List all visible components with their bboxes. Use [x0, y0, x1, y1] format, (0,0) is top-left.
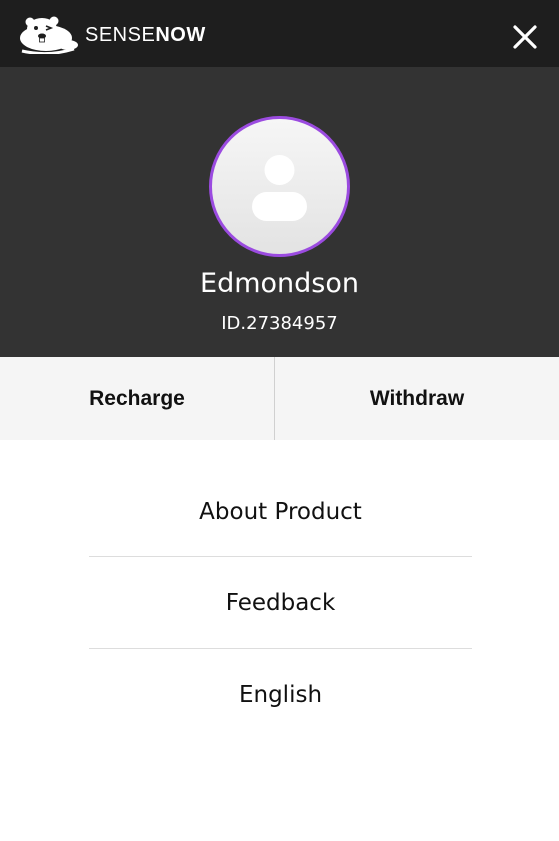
- close-icon[interactable]: [509, 21, 541, 53]
- recharge-button[interactable]: Recharge: [0, 357, 274, 440]
- avatar[interactable]: [209, 116, 350, 257]
- user-id: ID.27384957: [221, 313, 338, 334]
- brand-name: SENSENOW: [85, 22, 206, 48]
- menu-item-about-product[interactable]: About Product: [89, 466, 472, 557]
- user-avatar-icon: [252, 155, 307, 221]
- user-name: Edmondson: [200, 268, 359, 299]
- menu-item-language[interactable]: English: [89, 649, 472, 740]
- profile-section: Edmondson ID.27384957: [0, 67, 559, 357]
- withdraw-button[interactable]: Withdraw: [275, 357, 559, 440]
- brand-name-bold: NOW: [155, 24, 206, 46]
- wallet-actions: Recharge Withdraw: [0, 357, 559, 440]
- brand-name-light: SENSE: [85, 24, 156, 46]
- menu-item-feedback[interactable]: Feedback: [89, 557, 472, 648]
- beaver-mascot-icon: [16, 14, 80, 56]
- top-bar: SENSENOW: [0, 0, 559, 67]
